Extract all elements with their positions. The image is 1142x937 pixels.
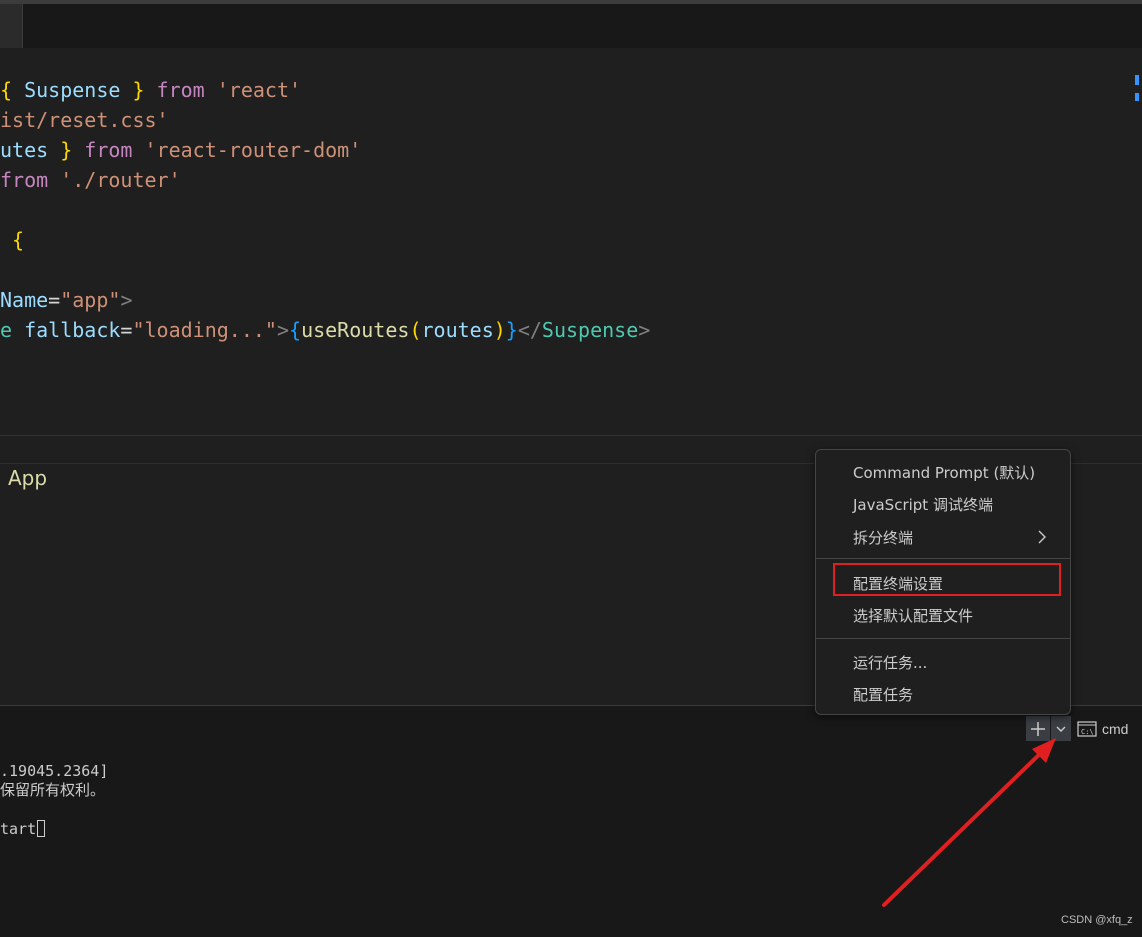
annotation-arrow (882, 738, 1056, 907)
watermark: CSDN @xfq_z (1061, 914, 1133, 926)
